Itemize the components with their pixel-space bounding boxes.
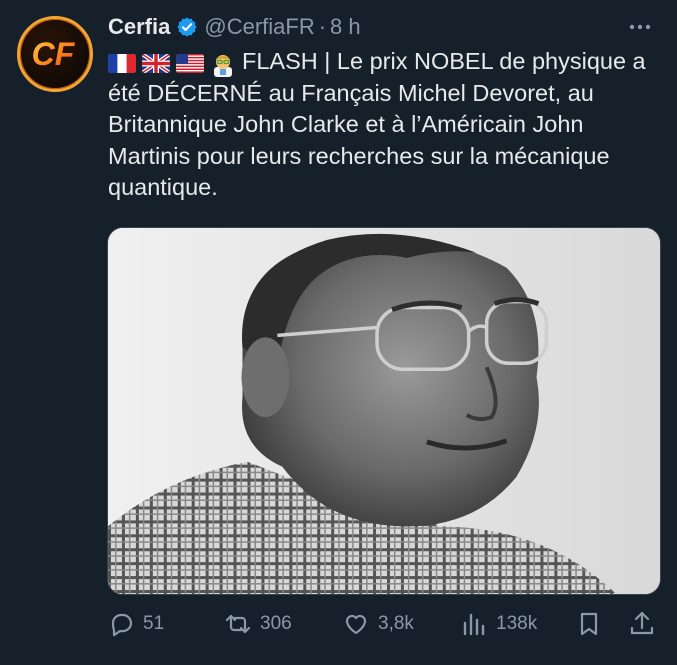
repost-count: 306	[260, 613, 292, 634]
tweet-timestamp[interactable]: 8 h	[330, 14, 361, 40]
verified-badge-icon	[177, 17, 197, 37]
repost-icon	[225, 614, 251, 634]
cerfia-logo-icon: CF	[32, 36, 76, 72]
like-button[interactable]: 3,8k	[342, 606, 414, 642]
avatar-initials: CF	[32, 36, 76, 72]
repost-button[interactable]: 306	[224, 606, 292, 642]
views-count: 138k	[496, 613, 538, 634]
author-name[interactable]: Cerfia	[108, 14, 170, 40]
flag-france-icon	[108, 54, 136, 73]
tweet-actions: 51 306 3,8k 138k	[107, 606, 663, 642]
share-icon	[630, 611, 654, 635]
tweet[interactable]: CF Cerfia @CerfiaFR · 8 h FLASH | Le pri…	[0, 0, 677, 665]
tweet-text: FLASH | Le prix NOBEL de physique a été …	[108, 46, 668, 204]
heart-icon	[345, 614, 367, 635]
bookmark-button[interactable]	[575, 606, 603, 642]
reply-button[interactable]: 51	[107, 606, 164, 642]
separator-dot: ·	[318, 14, 327, 39]
tweet-header: Cerfia @CerfiaFR · 8 h	[108, 12, 657, 42]
views-chart-icon	[463, 613, 485, 636]
portrait-photo-icon	[108, 228, 660, 594]
tweet-media-photo[interactable]	[107, 227, 661, 595]
emoji-row	[108, 51, 236, 77]
bookmark-icon	[580, 612, 598, 636]
flag-united-states-icon	[176, 54, 204, 73]
author-handle[interactable]: @CerfiaFR	[204, 14, 314, 40]
scientist-emoji-icon	[214, 54, 232, 77]
reply-icon	[111, 613, 133, 637]
more-options-icon[interactable]	[627, 16, 653, 38]
avatar[interactable]: CF	[17, 16, 93, 92]
flag-united-kingdom-icon	[142, 54, 170, 73]
share-button[interactable]	[628, 606, 656, 642]
reply-count: 51	[143, 613, 165, 634]
like-count: 3,8k	[378, 613, 414, 634]
views-button[interactable]: 138k	[460, 606, 537, 642]
